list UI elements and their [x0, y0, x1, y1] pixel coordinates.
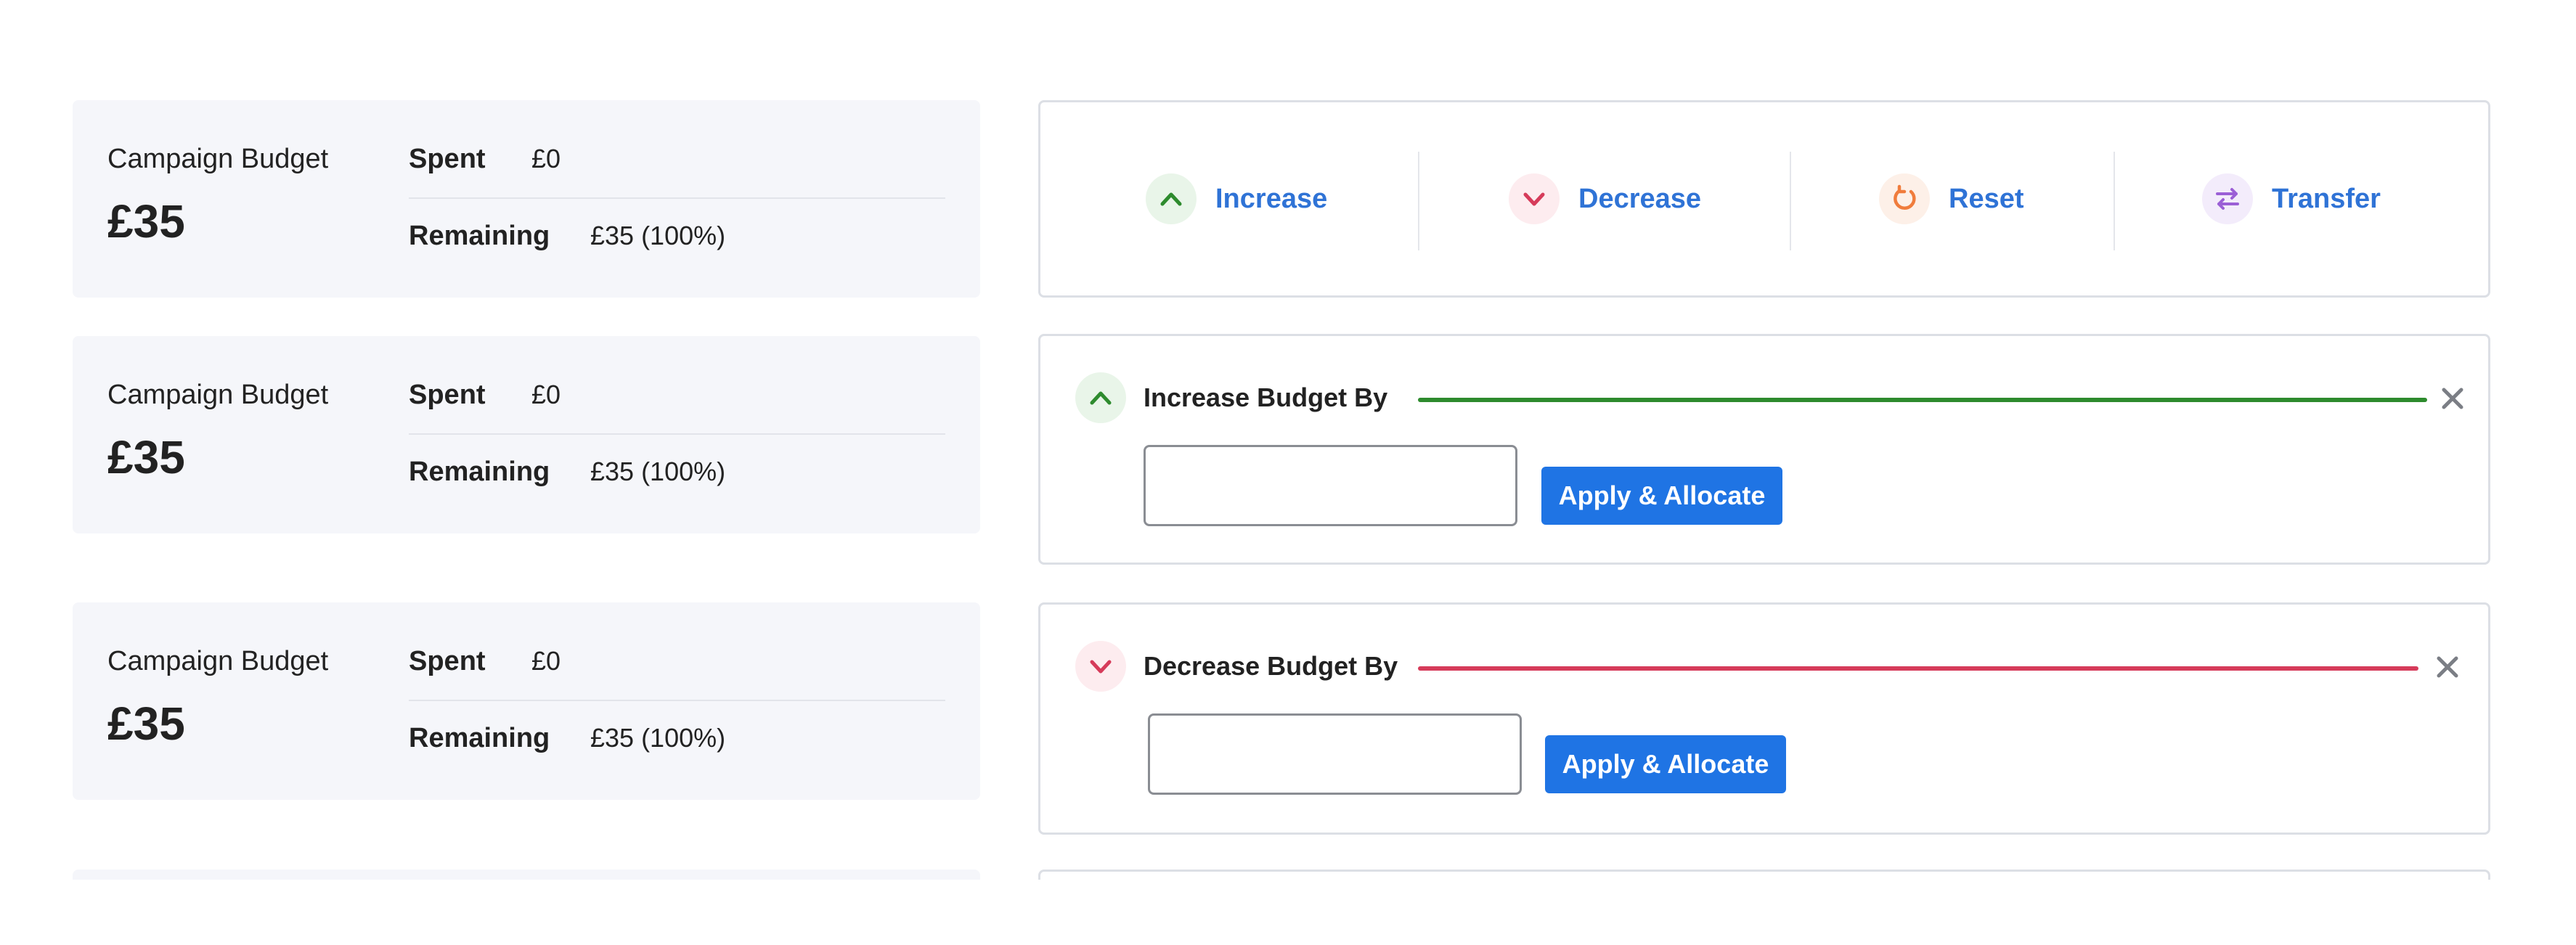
decrease-budget-panel: Decrease Budget By Apply & Allocate [1038, 602, 2490, 835]
budget-summary-card: Campaign Budget £35 Spent £0 Remaining £… [73, 336, 980, 533]
campaign-budget-amount: £35 [107, 698, 185, 750]
decrease-amount-input[interactable] [1148, 713, 1522, 795]
remaining-label: Remaining [409, 221, 550, 251]
decrease-apply-allocate-button[interactable]: Apply & Allocate [1545, 735, 1786, 793]
increase-action-button[interactable]: Increase [1146, 102, 1327, 295]
summary-divider [409, 433, 945, 435]
decrease-action-label: Decrease [1578, 183, 1702, 214]
budget-summary-card-partial [73, 870, 980, 880]
chevron-down-icon [1509, 173, 1560, 224]
increase-accent-line [1418, 398, 2427, 402]
increase-apply-allocate-button[interactable]: Apply & Allocate [1541, 467, 1782, 525]
decrease-form-title: Decrease Budget By [1144, 651, 1398, 681]
close-icon[interactable] [2438, 384, 2467, 413]
action-separator [2114, 152, 2115, 250]
transfer-action-label: Transfer [2272, 183, 2381, 214]
campaign-budget-amount: £35 [107, 431, 185, 483]
budget-summary-card: Campaign Budget £35 Spent £0 Remaining £… [73, 602, 980, 800]
budget-summary-card: Campaign Budget £35 Spent £0 Remaining £… [73, 100, 980, 298]
spent-label: Spent [409, 380, 486, 410]
spent-value: £0 [531, 380, 561, 409]
reset-action-button[interactable]: Reset [1879, 102, 2024, 295]
increase-form-title: Increase Budget By [1144, 382, 1388, 412]
remaining-value: £35 (100%) [590, 723, 726, 753]
spent-label: Spent [409, 144, 486, 174]
increase-budget-panel: Increase Budget By Apply & Allocate [1038, 334, 2490, 565]
chevron-up-icon [1075, 372, 1126, 423]
budget-actions-panel: Increase Decrease Reset Transfer [1038, 100, 2490, 298]
increase-amount-input[interactable] [1144, 445, 1517, 526]
spent-value: £0 [531, 144, 561, 173]
remaining-label: Remaining [409, 457, 550, 487]
chevron-down-icon [1075, 641, 1126, 692]
swap-arrows-icon [2202, 173, 2253, 224]
campaign-budget-label: Campaign Budget [107, 380, 329, 410]
transfer-action-button[interactable]: Transfer [2202, 102, 2381, 295]
action-separator [1418, 152, 1419, 250]
campaign-budget-label: Campaign Budget [107, 646, 329, 676]
increase-form-header: Increase Budget By [1075, 372, 1387, 423]
remaining-value: £35 (100%) [590, 221, 726, 250]
campaign-budget-amount: £35 [107, 195, 185, 248]
decrease-form-header: Decrease Budget By [1075, 641, 1398, 692]
remaining-label: Remaining [409, 723, 550, 753]
summary-divider [409, 197, 945, 199]
action-separator [1790, 152, 1791, 250]
summary-divider [409, 700, 945, 701]
close-icon[interactable] [2433, 652, 2462, 682]
decrease-accent-line [1418, 666, 2418, 671]
reset-action-label: Reset [1949, 183, 2024, 214]
campaign-budget-label: Campaign Budget [107, 144, 329, 174]
increase-action-label: Increase [1215, 183, 1328, 214]
decrease-action-button[interactable]: Decrease [1509, 102, 1701, 295]
remaining-value: £35 (100%) [590, 457, 726, 486]
refresh-icon [1879, 173, 1930, 224]
next-panel-partial [1038, 870, 2490, 880]
spent-label: Spent [409, 646, 486, 676]
spent-value: £0 [531, 646, 561, 676]
chevron-up-icon [1146, 173, 1197, 224]
